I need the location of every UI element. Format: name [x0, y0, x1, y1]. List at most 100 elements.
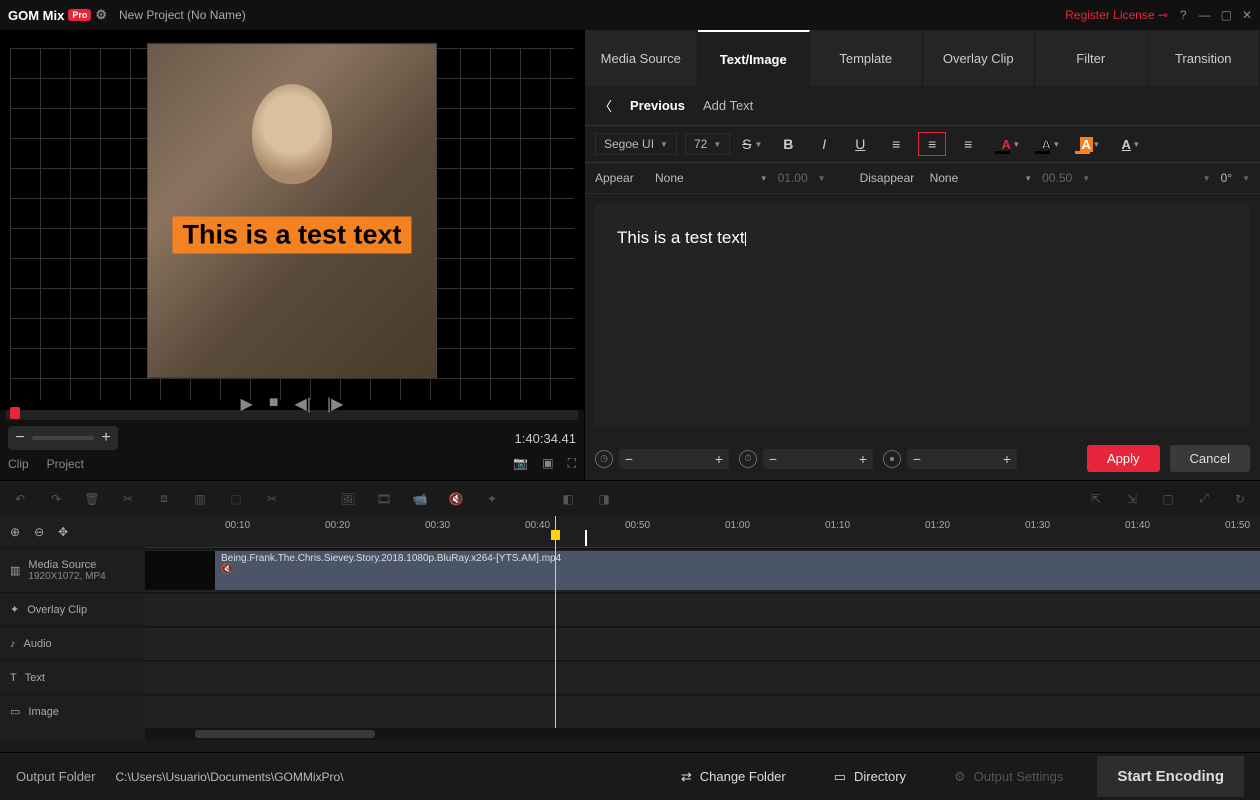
- fit-icon[interactable]: ✥: [58, 525, 68, 539]
- cut-icon[interactable]: ✂: [118, 489, 138, 509]
- clip-gap[interactable]: [145, 551, 215, 590]
- directory-button[interactable]: ▭Directory: [820, 761, 920, 793]
- media-clip[interactable]: Being.Frank.The.Chris.Sievey.Story.2018.…: [215, 551, 1260, 590]
- register-license-link[interactable]: Register License ⊸: [1065, 8, 1168, 22]
- timeline-ruler[interactable]: 00:1000:2000:3000:4000:5001:0001:1001:20…: [145, 516, 1260, 548]
- zoom-control[interactable]: − +: [8, 426, 118, 450]
- highlight-color-button[interactable]: A▼: [1070, 132, 1102, 156]
- crop2-icon[interactable]: ✂: [262, 489, 282, 509]
- fullscreen-icon[interactable]: ⛶: [568, 456, 576, 471]
- undo-icon[interactable]: ↶: [10, 489, 30, 509]
- text-overlay[interactable]: This is a test text: [172, 216, 411, 253]
- duration-icon[interactable]: ⏱: [739, 450, 757, 468]
- preview-canvas[interactable]: This is a test text: [0, 30, 584, 410]
- track-text[interactable]: [145, 661, 1260, 694]
- tool1-icon[interactable]: ⇱: [1086, 489, 1106, 509]
- tab-media-source[interactable]: Media Source: [585, 30, 698, 86]
- strikethrough-button[interactable]: S▼: [738, 132, 766, 156]
- timeline-scrollbar[interactable]: [145, 728, 1260, 740]
- tool5-icon[interactable]: ↻: [1230, 489, 1250, 509]
- italic-button[interactable]: I: [810, 132, 838, 156]
- end-time-slider[interactable]: −+: [907, 449, 1017, 469]
- text-icon[interactable]: ◨: [594, 489, 614, 509]
- align-right-button[interactable]: ≡: [954, 132, 982, 156]
- help-icon[interactable]: ?: [1180, 8, 1187, 22]
- back-icon[interactable]: 〈: [599, 96, 612, 115]
- start-encoding-button[interactable]: Start Encoding: [1097, 756, 1244, 797]
- effect-icon[interactable]: ✦: [482, 489, 502, 509]
- disappear-time[interactable]: 00.50: [1042, 171, 1072, 185]
- track-image[interactable]: [145, 695, 1260, 728]
- appear-time[interactable]: 01.00: [778, 171, 808, 185]
- tab-transition[interactable]: Transition: [1148, 30, 1260, 86]
- clip-icon[interactable]: ▥: [190, 489, 210, 509]
- text-color-button[interactable]: A▼: [990, 132, 1022, 156]
- ruler-tick: 00:30: [425, 520, 450, 531]
- ruler-tick: 01:40: [1125, 520, 1150, 531]
- align-center-button[interactable]: ≡: [918, 132, 946, 156]
- track-overlay[interactable]: [145, 593, 1260, 626]
- disappear-dropdown[interactable]: None▼: [930, 171, 1033, 185]
- cancel-button[interactable]: Cancel: [1170, 445, 1250, 472]
- overlay-icon[interactable]: ◧: [558, 489, 578, 509]
- snapshot-icon[interactable]: 📷: [513, 456, 528, 471]
- clip-tab[interactable]: Clip: [8, 457, 29, 471]
- prev-frame-button[interactable]: ◀|: [295, 394, 311, 414]
- track-media[interactable]: Being.Frank.The.Chris.Sievey.Story.2018.…: [145, 549, 1260, 592]
- project-name: New Project (No Name): [119, 8, 246, 22]
- next-frame-button[interactable]: |▶: [327, 394, 343, 414]
- aspect-icon[interactable]: ▣: [542, 456, 553, 471]
- tab-filter[interactable]: Filter: [1035, 30, 1148, 86]
- end-time-icon[interactable]: [883, 450, 901, 468]
- outline-color-button[interactable]: A▼: [1030, 132, 1062, 156]
- statusbar: Output Folder C:\Users\Usuario\Documents…: [0, 752, 1260, 800]
- angle-value[interactable]: 0°: [1221, 171, 1232, 185]
- font-family-dropdown[interactable]: Segoe UI▼: [595, 133, 677, 155]
- mute-icon[interactable]: 🔇: [446, 489, 466, 509]
- ruler-tick: 00:50: [625, 520, 650, 531]
- video2-icon[interactable]: 📹: [410, 489, 430, 509]
- track-audio[interactable]: [145, 627, 1260, 660]
- play-button[interactable]: ▶: [241, 394, 253, 414]
- appear-dropdown[interactable]: None▼: [655, 171, 768, 185]
- crop-icon[interactable]: ⬚: [226, 489, 246, 509]
- zoom-in-button[interactable]: +: [94, 426, 118, 450]
- tab-overlay-clip[interactable]: Overlay Clip: [923, 30, 1036, 86]
- font-size-dropdown[interactable]: 72▼: [685, 133, 730, 155]
- tab-template[interactable]: Template: [810, 30, 923, 86]
- underline-button[interactable]: U: [846, 132, 874, 156]
- output-settings-button[interactable]: ⚙Output Settings: [940, 761, 1077, 793]
- change-folder-button[interactable]: ⇄Change Folder: [667, 761, 800, 793]
- apply-button[interactable]: Apply: [1087, 445, 1160, 472]
- folder-icon: ▭: [834, 769, 846, 785]
- stop-button[interactable]: ■: [269, 394, 279, 414]
- start-time-slider[interactable]: −+: [619, 449, 729, 469]
- zoom-out-button[interactable]: −: [8, 426, 32, 450]
- close-button[interactable]: ✕: [1242, 8, 1252, 22]
- image-icon[interactable]: 🖼: [338, 489, 358, 509]
- zoom-out-icon[interactable]: ⊖: [34, 525, 44, 539]
- split-icon[interactable]: ⧈: [154, 489, 174, 509]
- shadow-color-button[interactable]: A▼: [1110, 132, 1142, 156]
- zoom-in-icon[interactable]: ⊕: [10, 525, 20, 539]
- previous-button[interactable]: Previous: [630, 98, 685, 113]
- marker[interactable]: [585, 530, 587, 546]
- redo-icon[interactable]: ↷: [46, 489, 66, 509]
- gear-icon[interactable]: ⚙: [95, 7, 107, 23]
- bold-button[interactable]: B: [774, 132, 802, 156]
- text-input-area[interactable]: This is a test text: [595, 204, 1250, 427]
- playhead[interactable]: [555, 516, 556, 728]
- duration-slider[interactable]: −+: [763, 449, 873, 469]
- tool3-icon[interactable]: ▢: [1158, 489, 1178, 509]
- delete-icon[interactable]: 🗑: [82, 489, 102, 509]
- tool2-icon[interactable]: ⇲: [1122, 489, 1142, 509]
- start-time-icon[interactable]: ◷: [595, 450, 613, 468]
- video-icon[interactable]: 🎞: [374, 489, 394, 509]
- project-tab[interactable]: Project: [47, 457, 84, 471]
- tool4-icon[interactable]: ⤢: [1194, 489, 1214, 509]
- tab-text-image[interactable]: Text/Image: [698, 30, 811, 86]
- align-left-button[interactable]: ≡: [882, 132, 910, 156]
- minimize-button[interactable]: —: [1199, 8, 1211, 22]
- image-track-icon: ▭: [10, 705, 20, 718]
- maximize-button[interactable]: ▢: [1221, 8, 1232, 22]
